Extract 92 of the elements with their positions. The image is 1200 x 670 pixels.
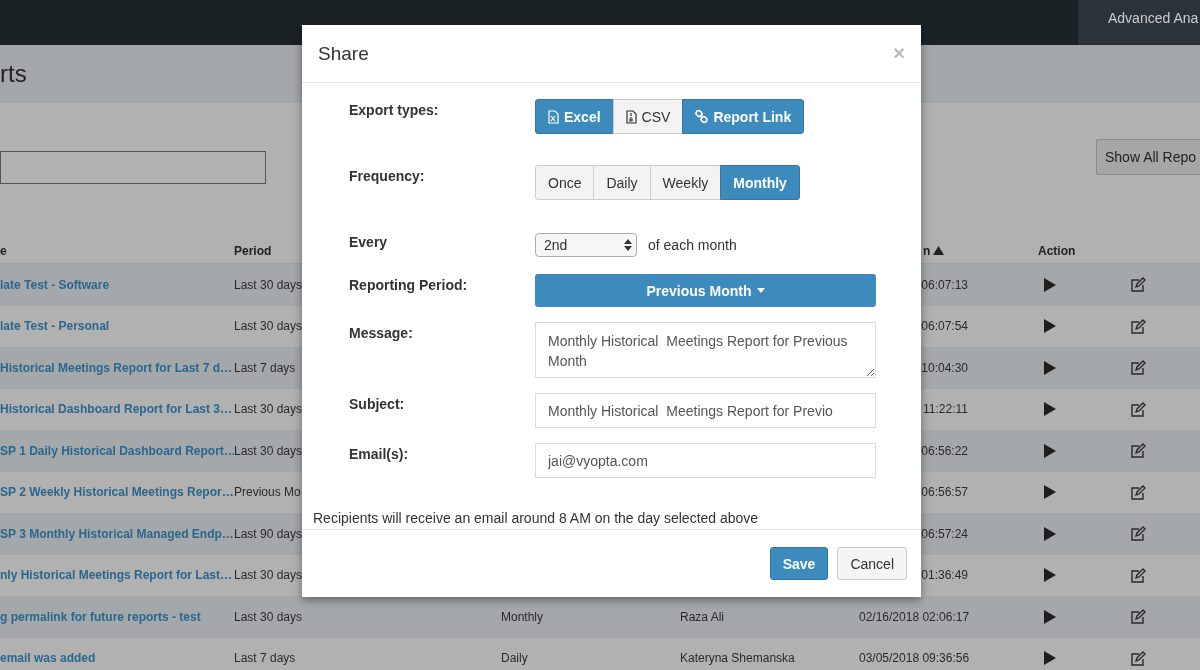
report-link[interactable]: late Test - Software <box>0 277 110 292</box>
table-cell: Last 7 days <box>234 651 296 666</box>
table-cell: 03/05/2018 09:36:56 <box>859 651 970 666</box>
table-cell: Last 30 days <box>234 443 303 458</box>
report-link[interactable]: email was added <box>0 651 96 666</box>
option-button[interactable]: Weekly <box>649 165 722 200</box>
option-button[interactable]: Report Link <box>682 99 805 134</box>
option-button[interactable]: Daily <box>593 165 651 200</box>
cancel-button[interactable]: Cancel <box>837 547 907 580</box>
edit-icon <box>1130 360 1146 376</box>
text-field[interactable]: jai@vyopta.com <box>535 443 876 478</box>
table-cell: Previous Mo <box>234 485 301 500</box>
nav-tab[interactable]: Advanced Ana <box>1078 0 1200 45</box>
field-suffix: of each month <box>648 237 737 253</box>
option-button[interactable]: CSV <box>612 99 684 134</box>
field-label: Email(s): <box>349 445 410 464</box>
report-link[interactable]: late Test - Personal <box>0 319 110 334</box>
spreadsheet-file-icon <box>548 109 559 124</box>
table-cell: 06:56:57 <box>921 485 968 500</box>
table-cell: Raza Ali <box>680 609 725 624</box>
table-cell: 06:57:24 <box>921 526 968 541</box>
table-cell: Daily <box>501 651 528 666</box>
table-cell: Last 30 days <box>234 609 303 624</box>
play-icon <box>1044 568 1056 583</box>
report-link[interactable]: g permalink for future reports - test <box>0 609 201 624</box>
report-link[interactable]: SP 2 Weekly Historical Meetings Repor… <box>0 485 234 500</box>
play-icon <box>1044 526 1056 541</box>
column-header[interactable]: Action <box>1038 243 1076 258</box>
table-cell: Last 7 days <box>234 360 296 375</box>
field-label: Export types: <box>349 101 440 120</box>
table-cell: 06:07:54 <box>921 319 968 334</box>
table-cell: Last 30 days <box>234 402 303 417</box>
link-icon <box>695 110 709 123</box>
edit-icon <box>1130 318 1146 334</box>
table-cell: Monthly <box>501 609 544 624</box>
play-icon <box>1044 443 1056 458</box>
info-text: Recipients will receive an email around 8 AM on the day selected above <box>312 510 760 528</box>
column-header[interactable]: e <box>0 243 7 258</box>
table-cell: Last 30 days <box>234 568 303 583</box>
table-cell: Last 30 days <box>234 319 303 334</box>
dialog-title: Share <box>318 42 369 65</box>
table-cell: 06:07:13 <box>921 277 968 292</box>
field-label: Reporting Period: <box>349 276 469 295</box>
report-link[interactable]: nly Historical Meetings Report for Last… <box>0 568 233 583</box>
play-icon <box>1044 402 1056 417</box>
edit-icon <box>1130 526 1146 542</box>
text-field[interactable]: Monthly Historical Meetings Report for Previo <box>535 393 876 428</box>
report-link[interactable]: Historical Dashboard Report for Last 3… <box>0 402 233 417</box>
report-link[interactable]: Historical Meetings Report for Last 7 d… <box>0 360 233 375</box>
column-header[interactable]: n <box>923 243 931 258</box>
page-title: rts <box>0 60 27 88</box>
table-cell: 10:04:30 <box>921 360 968 375</box>
show-all-button[interactable]: Show All Repo <box>1096 139 1200 175</box>
table-cell: 06:56:22 <box>921 443 968 458</box>
play-icon <box>1044 360 1056 375</box>
table-cell: Kateryna Shemanska <box>680 651 795 666</box>
table-cell: 11:22:11 <box>923 402 968 417</box>
option-button[interactable]: Once <box>535 165 595 200</box>
close-button[interactable]: × <box>893 42 905 65</box>
play-icon <box>1044 609 1056 624</box>
field-label: Frequency: <box>349 167 426 186</box>
edit-icon <box>1130 401 1146 417</box>
edit-icon <box>1130 567 1146 583</box>
play-icon <box>1044 277 1056 292</box>
save-button[interactable]: Save <box>769 547 829 580</box>
field-label: Subject: <box>349 395 406 414</box>
edit-icon <box>1130 609 1146 625</box>
search-field[interactable] <box>0 151 266 184</box>
document-file-icon <box>625 109 637 124</box>
field-label: Every <box>349 233 389 252</box>
play-icon <box>1044 485 1056 500</box>
table-cell: Last 90 days <box>234 526 303 541</box>
report-link[interactable]: SP 1 Daily Historical Dashboard Report… <box>0 443 234 458</box>
option-button[interactable]: Monthly <box>720 165 800 200</box>
table-cell: 01:36:49 <box>921 568 968 583</box>
edit-icon <box>1130 443 1146 459</box>
table-cell: Last 30 days <box>234 277 303 292</box>
updown-arrows-icon <box>624 239 632 251</box>
caret-icon <box>756 288 765 293</box>
column-header[interactable]: Period <box>234 243 272 258</box>
option-button[interactable]: Excel <box>535 99 614 134</box>
message-field[interactable]: Monthly Historical Meetings Report for Previous Month <box>535 322 876 378</box>
edit-icon <box>1130 484 1146 500</box>
table-cell: 02/16/2018 02:06:17 <box>859 609 970 624</box>
play-icon <box>1044 651 1056 666</box>
play-icon <box>1044 319 1056 334</box>
field-label: Message: <box>349 324 414 343</box>
edit-icon <box>1130 650 1146 666</box>
edit-icon <box>1130 277 1146 293</box>
day-select[interactable]: 2nd <box>535 233 637 257</box>
period-dropdown[interactable]: Previous Month <box>535 274 876 307</box>
report-link[interactable]: SP 3 Monthly Historical Managed Endp… <box>0 526 234 541</box>
